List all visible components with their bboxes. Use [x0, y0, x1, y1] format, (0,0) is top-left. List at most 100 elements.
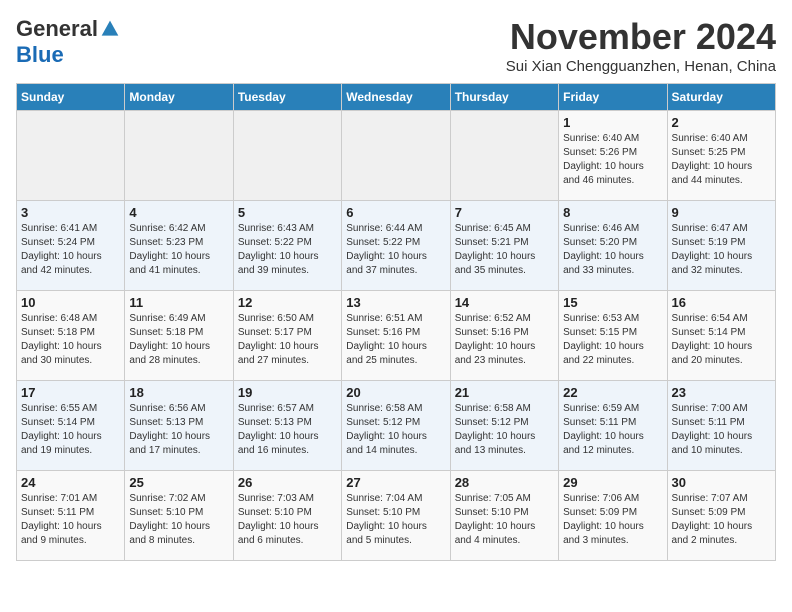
day-number: 15	[563, 295, 662, 310]
cell-content: Sunrise: 6:53 AMSunset: 5:15 PMDaylight:…	[563, 312, 662, 368]
calendar-table: SundayMondayTuesdayWednesdayThursdayFrid…	[16, 83, 776, 561]
calendar-cell: 2 Sunrise: 6:40 AMSunset: 5:25 PMDaylight…	[667, 111, 775, 201]
day-number: 27	[346, 475, 445, 490]
calendar-cell: 21 Sunrise: 6:58 AMSunset: 5:12 PMDayligh…	[450, 381, 558, 471]
cell-content: Sunrise: 6:57 AMSunset: 5:13 PMDaylight:…	[238, 402, 337, 458]
calendar-week-row: 3Sunrise: 6:41 AMSunset: 5:24 PMDaylight…	[17, 201, 776, 291]
weekday-header-thursday: Thursday	[450, 84, 558, 111]
day-number: 7	[455, 205, 554, 220]
logo: General Blue	[16, 16, 120, 68]
calendar-cell: 10 Sunrise: 6:48 AMSunset: 5:18 PMDayligh…	[17, 291, 125, 381]
calendar-week-row: 10 Sunrise: 6:48 AMSunset: 5:18 PMDayligh…	[17, 291, 776, 381]
calendar-cell: 8 Sunrise: 6:46 AMSunset: 5:20 PMDaylight…	[559, 201, 667, 291]
day-number: 4	[129, 205, 228, 220]
weekday-header-monday: Monday	[125, 84, 233, 111]
day-number: 26	[238, 475, 337, 490]
day-number: 29	[563, 475, 662, 490]
cell-content: Sunrise: 7:02 AMSunset: 5:10 PMDaylight:…	[129, 492, 228, 548]
cell-content: Sunrise: 6:40 AMSunset: 5:26 PMDaylight:…	[563, 132, 662, 188]
calendar-cell: 5 Sunrise: 6:43 AMSunset: 5:22 PMDaylight…	[233, 201, 341, 291]
calendar-cell: 7 Sunrise: 6:45 AMSunset: 5:21 PMDaylight…	[450, 201, 558, 291]
cell-content: Sunrise: 7:06 AMSunset: 5:09 PMDaylight:…	[563, 492, 662, 548]
month-title: November 2024	[506, 16, 776, 58]
calendar-cell	[233, 111, 341, 201]
cell-content: Sunrise: 6:48 AMSunset: 5:18 PMDaylight:…	[21, 312, 120, 368]
title-block: November 2024 Sui Xian Chengguanzhen, He…	[506, 16, 776, 75]
calendar-cell: 3Sunrise: 6:41 AMSunset: 5:24 PMDaylight…	[17, 201, 125, 291]
location-subtitle: Sui Xian Chengguanzhen, Henan, China	[506, 58, 776, 75]
day-number: 5	[238, 205, 337, 220]
cell-content: Sunrise: 6:46 AMSunset: 5:20 PMDaylight:…	[563, 222, 662, 278]
calendar-cell: 14Sunrise: 6:52 AMSunset: 5:16 PMDayligh…	[450, 291, 558, 381]
calendar-week-row: 1Sunrise: 6:40 AMSunset: 5:26 PMDaylight…	[17, 111, 776, 201]
calendar-cell: 25 Sunrise: 7:02 AMSunset: 5:10 PMDayligh…	[125, 471, 233, 561]
calendar-cell: 18Sunrise: 6:56 AMSunset: 5:13 PMDayligh…	[125, 381, 233, 471]
weekday-header-tuesday: Tuesday	[233, 84, 341, 111]
weekday-header-friday: Friday	[559, 84, 667, 111]
calendar-cell: 15 Sunrise: 6:53 AMSunset: 5:15 PMDayligh…	[559, 291, 667, 381]
calendar-cell: 29 Sunrise: 7:06 AMSunset: 5:09 PMDayligh…	[559, 471, 667, 561]
logo-general-text: General	[16, 16, 98, 42]
day-number: 30	[672, 475, 771, 490]
calendar-cell: 16 Sunrise: 6:54 AMSunset: 5:14 PMDayligh…	[667, 291, 775, 381]
day-number: 23	[672, 385, 771, 400]
day-number: 9	[672, 205, 771, 220]
cell-content: Sunrise: 6:43 AMSunset: 5:22 PMDaylight:…	[238, 222, 337, 278]
calendar-cell: 20 Sunrise: 6:58 AMSunset: 5:12 PMDayligh…	[342, 381, 450, 471]
cell-content: Sunrise: 7:01 AMSunset: 5:11 PMDaylight:…	[21, 492, 120, 548]
logo-icon	[100, 19, 120, 39]
calendar-week-row: 24 Sunrise: 7:01 AMSunset: 5:11 PMDayligh…	[17, 471, 776, 561]
day-number: 10	[21, 295, 120, 310]
day-number: 14	[455, 295, 554, 310]
logo-blue-text: Blue	[16, 42, 64, 68]
cell-content: Sunrise: 7:00 AMSunset: 5:11 PMDaylight:…	[672, 402, 771, 458]
calendar-cell: 19 Sunrise: 6:57 AMSunset: 5:13 PMDayligh…	[233, 381, 341, 471]
calendar-cell: 13 Sunrise: 6:51 AMSunset: 5:16 PMDayligh…	[342, 291, 450, 381]
cell-content: Sunrise: 6:44 AMSunset: 5:22 PMDaylight:…	[346, 222, 445, 278]
calendar-cell	[125, 111, 233, 201]
calendar-cell: 23 Sunrise: 7:00 AMSunset: 5:11 PMDayligh…	[667, 381, 775, 471]
day-number: 16	[672, 295, 771, 310]
calendar-body: 1Sunrise: 6:40 AMSunset: 5:26 PMDaylight…	[17, 111, 776, 561]
day-number: 2	[672, 115, 771, 130]
day-number: 21	[455, 385, 554, 400]
day-number: 25	[129, 475, 228, 490]
cell-content: Sunrise: 6:49 AMSunset: 5:18 PMDaylight:…	[129, 312, 228, 368]
weekday-header-sunday: Sunday	[17, 84, 125, 111]
calendar-cell: 1Sunrise: 6:40 AMSunset: 5:26 PMDaylight…	[559, 111, 667, 201]
calendar-header: SundayMondayTuesdayWednesdayThursdayFrid…	[17, 84, 776, 111]
weekday-header-saturday: Saturday	[667, 84, 775, 111]
day-number: 8	[563, 205, 662, 220]
calendar-cell: 24 Sunrise: 7:01 AMSunset: 5:11 PMDayligh…	[17, 471, 125, 561]
calendar-cell: 12 Sunrise: 6:50 AMSunset: 5:17 PMDayligh…	[233, 291, 341, 381]
calendar-cell: 28Sunrise: 7:05 AMSunset: 5:10 PMDayligh…	[450, 471, 558, 561]
cell-content: Sunrise: 6:58 AMSunset: 5:12 PMDaylight:…	[455, 402, 554, 458]
page-header: General Blue November 2024 Sui Xian Chen…	[16, 16, 776, 75]
day-number: 12	[238, 295, 337, 310]
cell-content: Sunrise: 6:42 AMSunset: 5:23 PMDaylight:…	[129, 222, 228, 278]
cell-content: Sunrise: 6:58 AMSunset: 5:12 PMDaylight:…	[346, 402, 445, 458]
day-number: 6	[346, 205, 445, 220]
cell-content: Sunrise: 6:40 AMSunset: 5:25 PMDaylight:…	[672, 132, 771, 188]
calendar-cell: 4 Sunrise: 6:42 AMSunset: 5:23 PMDaylight…	[125, 201, 233, 291]
cell-content: Sunrise: 7:07 AMSunset: 5:09 PMDaylight:…	[672, 492, 771, 548]
day-number: 13	[346, 295, 445, 310]
calendar-cell: 11Sunrise: 6:49 AMSunset: 5:18 PMDayligh…	[125, 291, 233, 381]
cell-content: Sunrise: 6:41 AMSunset: 5:24 PMDaylight:…	[21, 222, 120, 278]
calendar-cell: 9Sunrise: 6:47 AMSunset: 5:19 PMDaylight…	[667, 201, 775, 291]
cell-content: Sunrise: 6:56 AMSunset: 5:13 PMDaylight:…	[129, 402, 228, 458]
cell-content: Sunrise: 6:50 AMSunset: 5:17 PMDaylight:…	[238, 312, 337, 368]
calendar-cell	[342, 111, 450, 201]
day-number: 24	[21, 475, 120, 490]
cell-content: Sunrise: 6:59 AMSunset: 5:11 PMDaylight:…	[563, 402, 662, 458]
calendar-cell: 6 Sunrise: 6:44 AMSunset: 5:22 PMDaylight…	[342, 201, 450, 291]
calendar-cell: 17Sunrise: 6:55 AMSunset: 5:14 PMDayligh…	[17, 381, 125, 471]
day-number: 19	[238, 385, 337, 400]
day-number: 22	[563, 385, 662, 400]
cell-content: Sunrise: 6:54 AMSunset: 5:14 PMDaylight:…	[672, 312, 771, 368]
calendar-cell: 26 Sunrise: 7:03 AMSunset: 5:10 PMDayligh…	[233, 471, 341, 561]
day-number: 20	[346, 385, 445, 400]
cell-content: Sunrise: 7:03 AMSunset: 5:10 PMDaylight:…	[238, 492, 337, 548]
cell-content: Sunrise: 6:51 AMSunset: 5:16 PMDaylight:…	[346, 312, 445, 368]
cell-content: Sunrise: 6:45 AMSunset: 5:21 PMDaylight:…	[455, 222, 554, 278]
